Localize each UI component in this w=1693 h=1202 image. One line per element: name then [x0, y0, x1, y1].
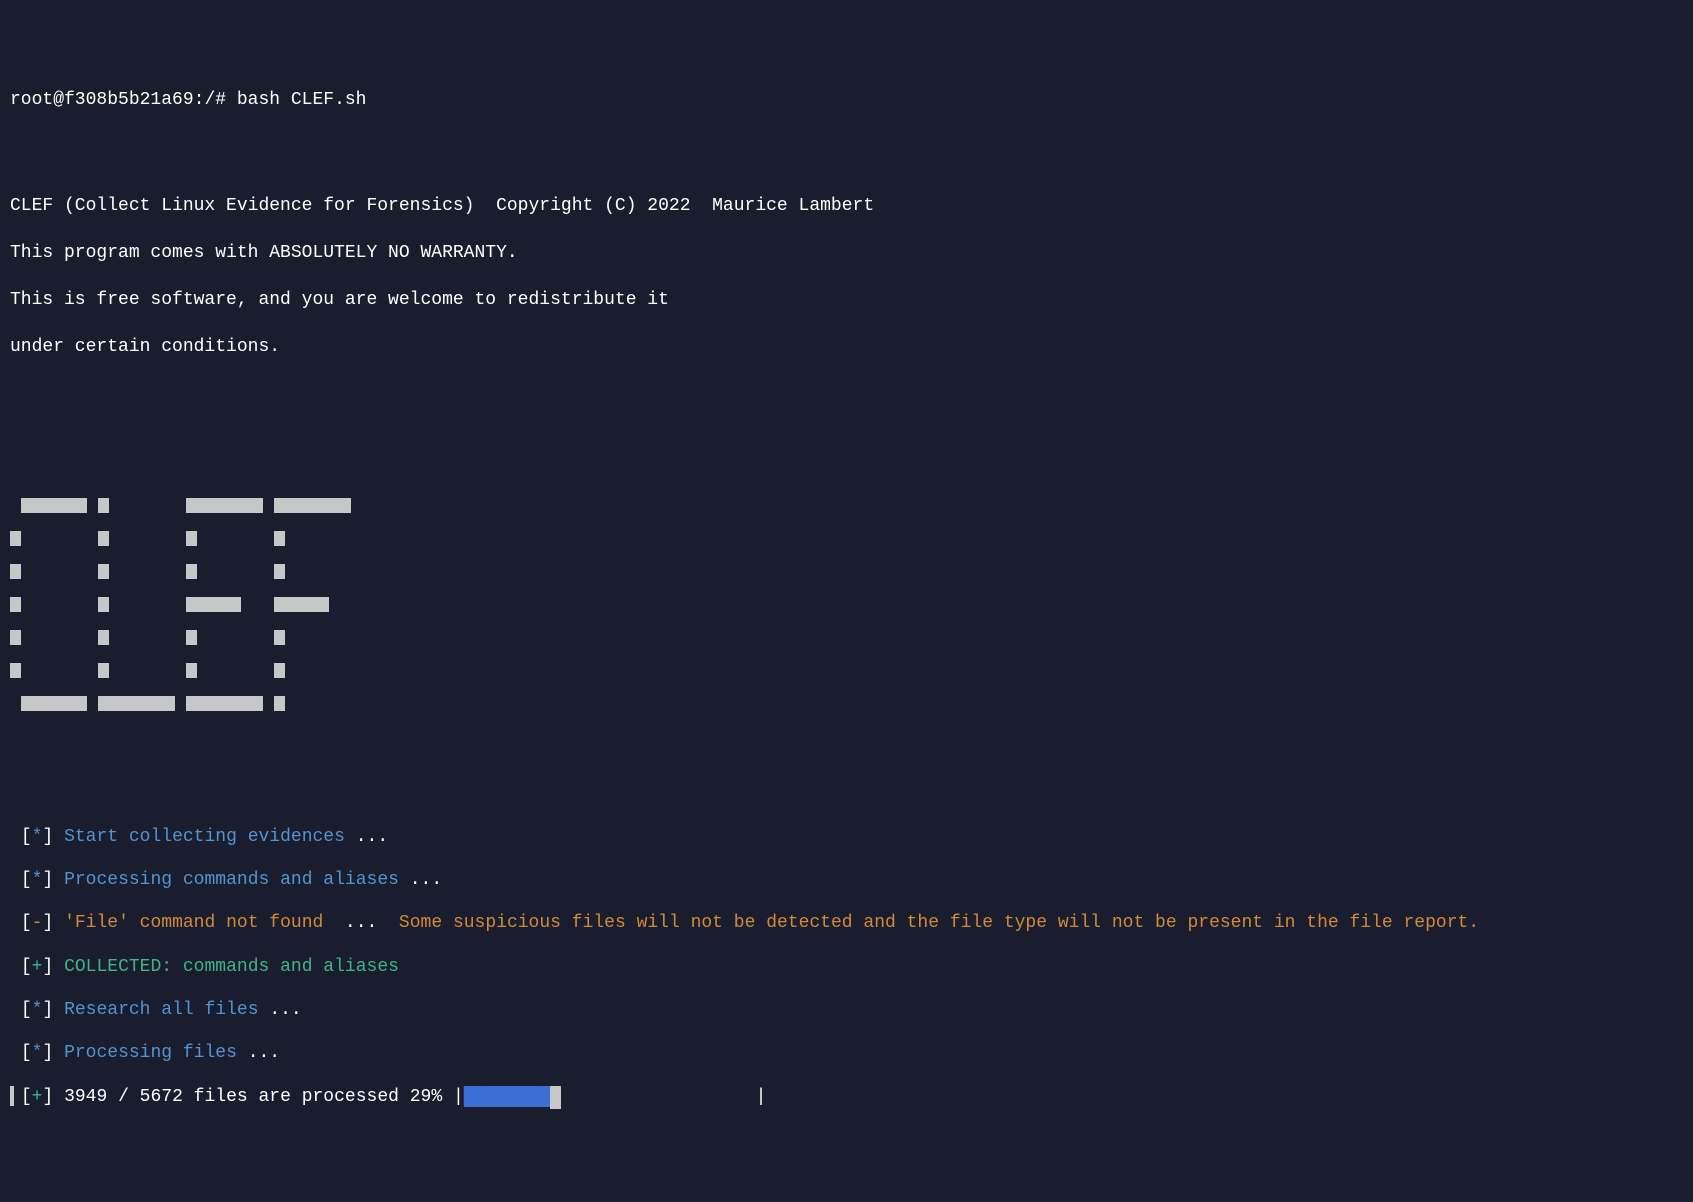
log-text: COLLECTED: commands and aliases: [64, 957, 399, 977]
prompt-user-host: root@f308b5b21a69: [10, 90, 194, 110]
log-line-research: [*] Research all files ...: [10, 999, 1683, 1022]
log-dots: ...: [269, 1000, 301, 1020]
copyright-line-4: under certain conditions.: [10, 336, 1683, 359]
log-text: Start collecting evidences: [64, 827, 345, 847]
log-bracket: [: [21, 913, 32, 933]
log-bracket: ]: [42, 870, 53, 890]
spacer: [10, 791, 1683, 806]
progress-text: 3949 / 5672 files are processed 29%: [64, 1087, 453, 1107]
spacer: [10, 749, 1683, 771]
log-bracket: [: [21, 1000, 32, 1020]
copyright-line-1: CLEF (Collect Linux Evidence for Forensi…: [10, 195, 1683, 218]
progress-bar-end: |: [756, 1087, 767, 1107]
log-bracket: [: [21, 1087, 32, 1107]
log-bracket: ]: [42, 1000, 53, 1020]
minus-icon: -: [32, 913, 43, 933]
log-bracket: ]: [42, 1043, 53, 1063]
star-icon: *: [32, 827, 43, 847]
plus-icon: +: [32, 957, 43, 977]
log-bracket: [: [21, 870, 32, 890]
log-dots: ...: [356, 827, 388, 847]
star-icon: *: [32, 1000, 43, 1020]
log-text: Processing files: [64, 1043, 237, 1063]
log-text: 'File' command not found: [64, 913, 323, 933]
star-icon: *: [32, 1043, 43, 1063]
spacer: [10, 403, 1683, 425]
terminal-prompt-line: root@f308b5b21a69:/# bash CLEF.sh: [10, 90, 1683, 110]
log-dots: ...: [345, 913, 377, 933]
log-line-file-not-found: [-] 'File' command not found ... Some su…: [10, 912, 1683, 935]
log-line-start: [*] Start collecting evidences ...: [10, 826, 1683, 849]
clef-ascii-logo: [10, 480, 1683, 729]
log-bracket: [: [21, 957, 32, 977]
log-text: Processing commands and aliases: [64, 870, 399, 890]
plus-icon: +: [32, 1087, 43, 1107]
prompt-path: :/#: [194, 90, 226, 110]
copyright-line-2: This program comes with ABSOLUTELY NO WA…: [10, 242, 1683, 265]
log-line-progress: [+] 3949 / 5672 files are processed 29% …: [10, 1086, 1683, 1109]
copyright-block: CLEF (Collect Linux Evidence for Forensi…: [10, 172, 1683, 383]
spacer: [10, 130, 1683, 152]
progress-bar-start: |: [453, 1087, 464, 1107]
log-bracket: ]: [42, 913, 53, 933]
log-bracket: ]: [42, 827, 53, 847]
log-line-processing-files: [*] Processing files ...: [10, 1042, 1683, 1065]
log-dots: ...: [248, 1043, 280, 1063]
log-bracket: [: [21, 827, 32, 847]
log-text: Research all files: [64, 1000, 258, 1020]
log-bracket: [: [21, 1043, 32, 1063]
log-bracket: ]: [42, 1087, 53, 1107]
log-line-collected: [+] COLLECTED: commands and aliases: [10, 956, 1683, 979]
log-line-processing-commands: [*] Processing commands and aliases ...: [10, 869, 1683, 892]
progress-bar-empty: [561, 1087, 755, 1107]
progress-cursor: [550, 1086, 561, 1109]
log-bracket: ]: [42, 957, 53, 977]
executed-command: bash CLEF.sh: [237, 90, 367, 110]
copyright-line-3: This is free software, and you are welco…: [10, 289, 1683, 312]
cursor-indicator: [10, 1086, 14, 1106]
progress-bar-filled: ████████: [464, 1087, 550, 1107]
star-icon: *: [32, 870, 43, 890]
log-dots: ...: [410, 870, 442, 890]
spacer: [10, 445, 1683, 460]
log-detail: Some suspicious files will not be detect…: [377, 913, 1479, 933]
